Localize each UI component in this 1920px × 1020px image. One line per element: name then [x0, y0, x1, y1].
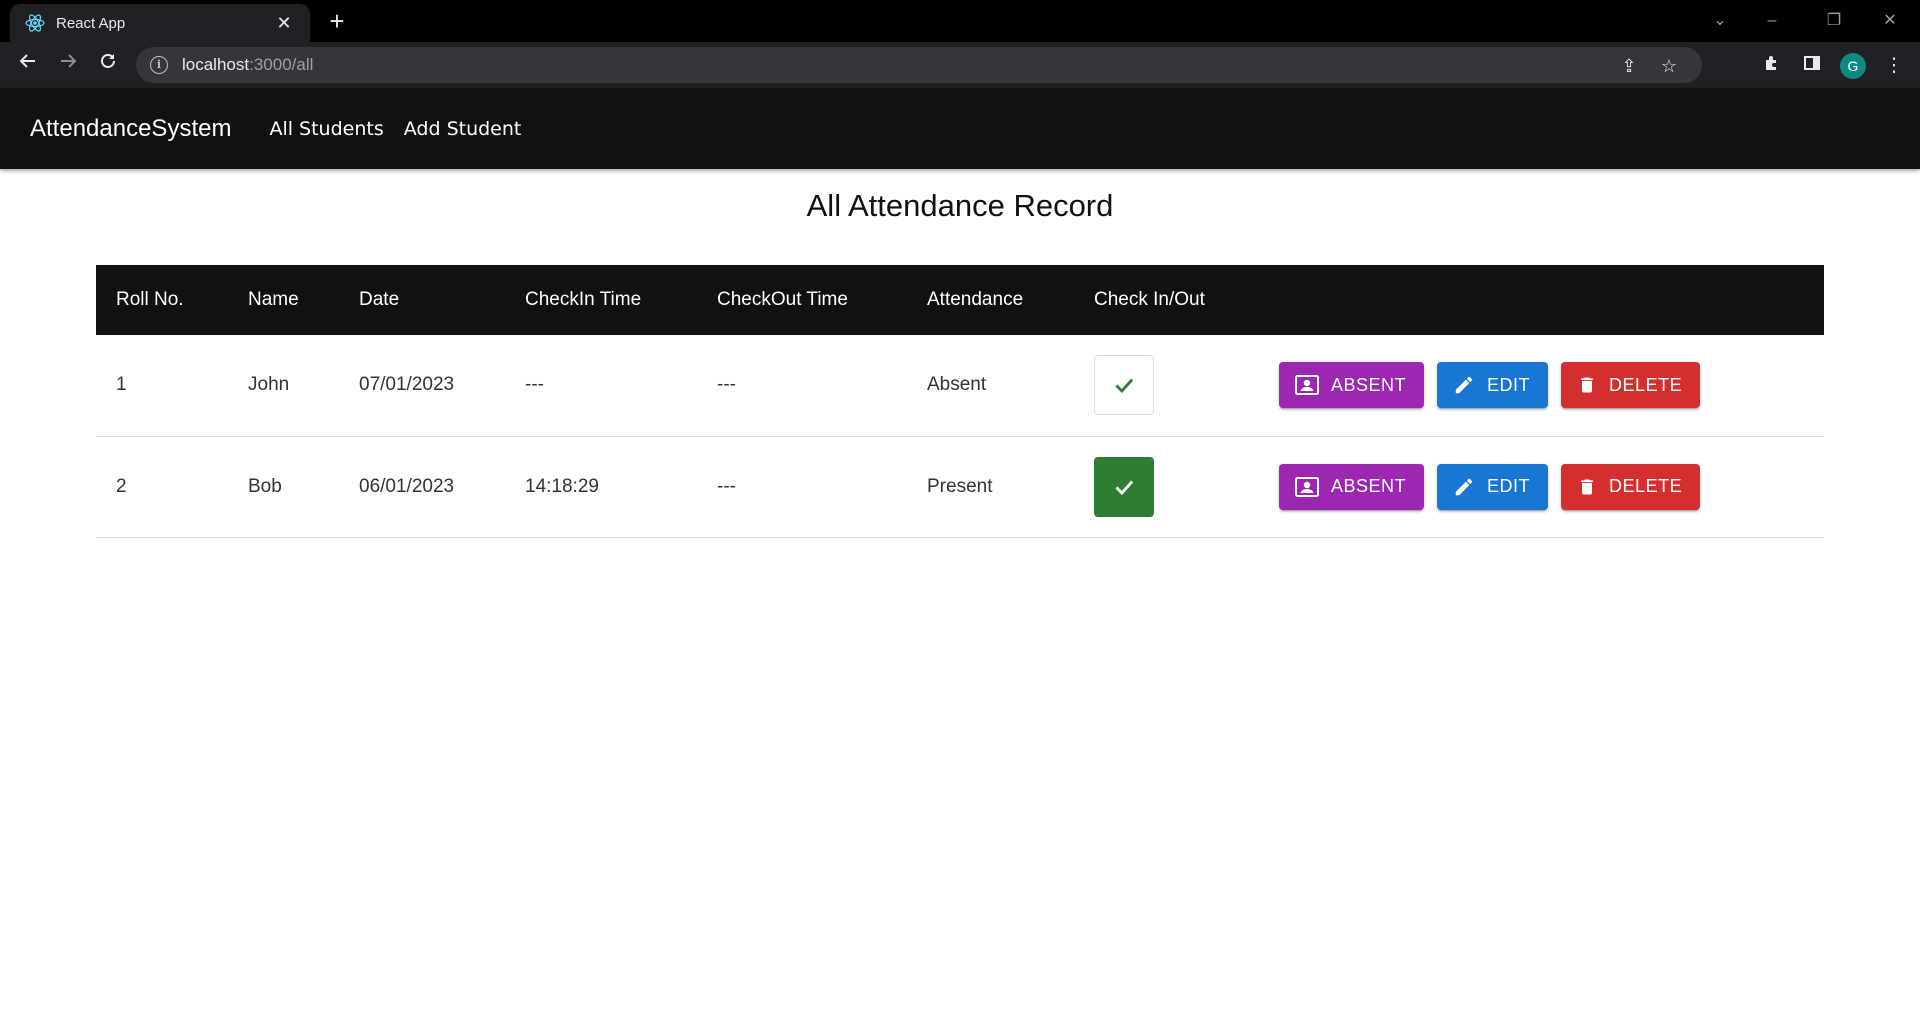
delete-button-label: DELETE [1609, 374, 1683, 395]
cell-checkin: --- [525, 374, 544, 396]
header-attendance: Attendance [927, 289, 1024, 310]
edit-button-label: EDIT [1487, 374, 1531, 395]
browser-toolbar: i localhost:3000/all ⇪ ☆ G ⋮ [0, 42, 1920, 88]
page-title: All Attendance Record [806, 188, 1114, 223]
delete-button[interactable]: DELETE [1561, 463, 1701, 510]
address-bar[interactable]: i localhost:3000/all ⇪ ☆ [136, 47, 1702, 83]
cell-actions: ABSENT EDIT DELETE [1259, 436, 1824, 537]
cell-name: John [248, 374, 290, 396]
reload-icon[interactable] [92, 49, 124, 81]
table-row: 1 John 07/01/2023 --- --- Absent ABSENT [96, 335, 1824, 436]
attendance-table: Roll No. Name Date CheckIn Time CheckOut… [96, 265, 1824, 538]
restore-icon[interactable]: ❐ [1814, 6, 1854, 36]
nav-link-all-students[interactable]: All Students [269, 118, 383, 140]
delete-button[interactable]: DELETE [1561, 362, 1701, 409]
header-check-in-out: Check In/Out [1094, 289, 1205, 310]
mark-absent-button[interactable]: ABSENT [1279, 463, 1425, 510]
app-navbar: AttendanceSystem All Students Add Studen… [0, 88, 1920, 169]
header-checkout: CheckOut Time [717, 289, 848, 310]
absent-button-label: ABSENT [1331, 476, 1407, 496]
contact-card-icon [1295, 476, 1319, 497]
back-icon[interactable] [12, 49, 44, 81]
new-tab-icon[interactable]: + [322, 6, 352, 36]
cell-checkout: --- [717, 374, 736, 396]
check-in-out-toggle[interactable] [1094, 355, 1154, 416]
browser-tab[interactable]: React App ✕ [10, 4, 310, 42]
cell-date: 07/01/2023 [359, 374, 455, 396]
cell-attendance: Present [927, 475, 993, 497]
extensions-icon[interactable] [1760, 54, 1784, 78]
delete-button-label: DELETE [1609, 476, 1683, 496]
cell-name: Bob [248, 475, 282, 497]
react-logo-icon [24, 12, 46, 34]
cell-check-toggle [1074, 436, 1259, 537]
forward-icon[interactable] [52, 49, 84, 81]
cell-date: 06/01/2023 [359, 475, 455, 497]
header-name: Name [248, 289, 299, 310]
site-info-icon[interactable]: i [150, 56, 168, 74]
edit-button[interactable]: EDIT [1437, 463, 1549, 510]
cell-checkout: --- [717, 475, 736, 497]
table-row: 2 Bob 06/01/2023 14:18:29 --- Present AB… [96, 436, 1824, 537]
pencil-icon [1455, 478, 1473, 495]
header-actions [1259, 265, 1824, 335]
brand-title[interactable]: AttendanceSystem [30, 115, 231, 143]
cell-attendance: Absent [927, 374, 987, 396]
menu-kebab-icon[interactable]: ⋮ [1882, 54, 1906, 78]
check-in-out-toggle[interactable] [1094, 456, 1154, 517]
trash-icon [1581, 479, 1593, 494]
url-text: localhost:3000/all [182, 55, 314, 74]
cell-check-toggle [1074, 335, 1259, 436]
table-header-row: Roll No. Name Date CheckIn Time CheckOut… [96, 265, 1824, 335]
header-roll: Roll No. [116, 289, 184, 310]
edit-button[interactable]: EDIT [1437, 362, 1549, 409]
profile-avatar[interactable]: G [1840, 53, 1866, 79]
edit-button-label: EDIT [1487, 476, 1531, 496]
cell-checkin: 14:18:29 [525, 475, 599, 497]
checkmark-icon [1115, 378, 1134, 394]
share-icon[interactable]: ⇪ [1618, 55, 1640, 77]
tab-search-icon[interactable]: ⌄ [1700, 6, 1740, 36]
header-date: Date [359, 289, 400, 310]
absent-button-label: ABSENT [1331, 374, 1407, 395]
minimize-icon[interactable]: – [1752, 6, 1792, 36]
nav-link-add-student[interactable]: Add Student [404, 118, 522, 140]
tab-title: React App [56, 14, 126, 32]
pencil-icon [1455, 376, 1473, 394]
browser-tab-strip: React App ✕ + ⌄ – ❐ ✕ [0, 0, 1920, 42]
mark-absent-button[interactable]: ABSENT [1279, 362, 1425, 409]
cell-roll: 1 [116, 374, 127, 396]
cell-actions: ABSENT EDIT DELETE [1259, 335, 1824, 436]
header-checkin: CheckIn Time [525, 289, 642, 310]
close-tab-icon[interactable]: ✕ [272, 13, 296, 34]
bookmark-star-icon[interactable]: ☆ [1658, 55, 1680, 77]
close-window-icon[interactable]: ✕ [1870, 6, 1910, 36]
checkmark-icon [1115, 480, 1134, 495]
trash-icon [1581, 377, 1593, 393]
contact-card-icon [1295, 375, 1319, 396]
side-panel-icon[interactable] [1800, 54, 1824, 78]
cell-roll: 2 [116, 475, 127, 497]
